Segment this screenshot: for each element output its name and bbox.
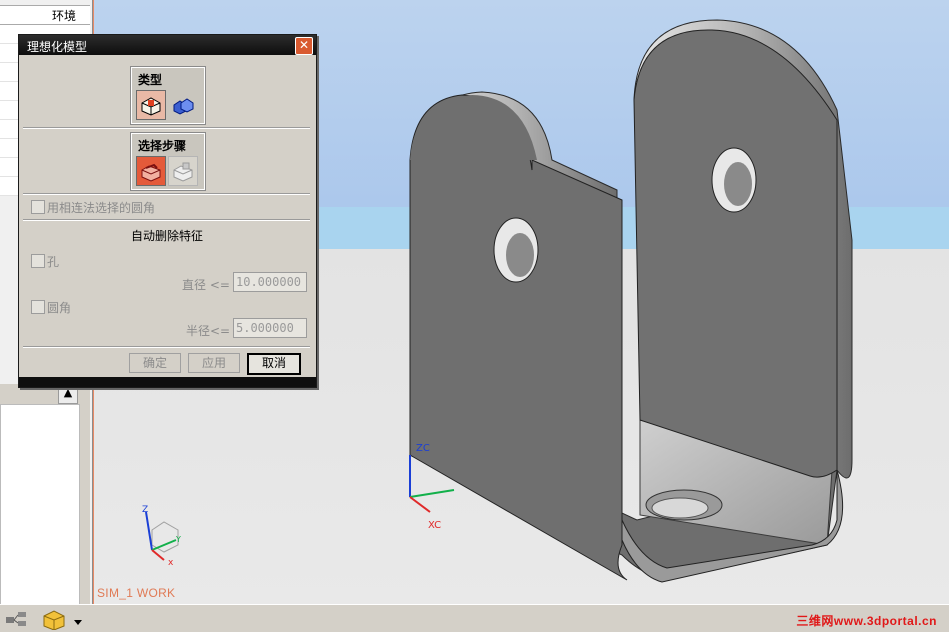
idealize-model-dialog: 理想化模型 ✕ 类型 选择步骤 用相连法选择的圆角 自动删除特征 孔 直径 <=… [18,34,317,388]
radius-field[interactable]: 5.000000 [233,318,307,338]
bottom-toolbar: 三维网www.3dportal.cn [0,604,949,632]
close-button[interactable]: ✕ [295,37,313,55]
navigator-header[interactable]: 环境 [0,5,90,25]
dialog-title: 理想化模型 [27,40,88,54]
solid-part-icon[interactable] [40,608,84,630]
radius-label: 半径<= [186,324,231,338]
hole-label: 孔 [47,255,60,269]
hole-checkbox[interactable] [31,254,45,268]
ok-button[interactable]: 确定 [129,353,181,373]
cancel-button[interactable]: 取消 [247,353,301,375]
idealize-region-icon [173,98,194,115]
triad-x-label: x [168,558,174,568]
connected-fillets-checkbox[interactable] [31,200,45,214]
idealize-solid-icon [141,97,161,116]
diameter-field[interactable]: 10.000000 [233,272,307,292]
type-group: 类型 [130,66,206,125]
axis-zc-label: ZC [416,443,430,454]
diameter-label: 直径 <= [182,278,230,292]
select-region-icon [173,162,193,182]
auto-delete-features-label: 自动删除特征 [131,229,204,243]
triad-y-label: Y [175,535,181,544]
select-body-button[interactable] [136,156,166,186]
select-step-label: 选择步骤 [138,139,187,153]
dialog-titlebar[interactable]: 理想化模型 ✕ [19,35,316,55]
separator [23,346,310,348]
select-region-button[interactable] [168,156,198,186]
type-hole-button[interactable] [136,90,166,120]
dialog-bottom-bar [19,377,316,387]
select-body-icon [141,163,161,182]
fillet-label: 圆角 [47,301,72,315]
view-triad: Z x Y [142,505,181,568]
axis-xc-label: XC [428,520,441,531]
apply-button[interactable]: 应用 [188,353,240,373]
triad-z-label: Z [142,505,148,515]
type-group-label: 类型 [138,73,163,87]
details-list[interactable] [0,404,80,606]
separator [23,193,310,195]
fillet-checkbox[interactable] [31,300,45,314]
tree-structure-icon[interactable] [4,610,28,628]
separator [23,219,310,221]
site-watermark: 三维网www.3dportal.cn [796,614,937,628]
type-region-button[interactable] [168,90,198,120]
env-column-header[interactable]: 环境 [52,7,76,24]
navigator-details-pane: ▲ [0,384,90,606]
select-step-group: 选择步骤 [130,132,206,191]
connected-fillets-label: 用相连法选择的圆角 [47,201,156,215]
separator [23,127,310,129]
close-icon: ✕ [298,38,310,52]
work-view-label: SIM_1 WORK [97,586,176,600]
